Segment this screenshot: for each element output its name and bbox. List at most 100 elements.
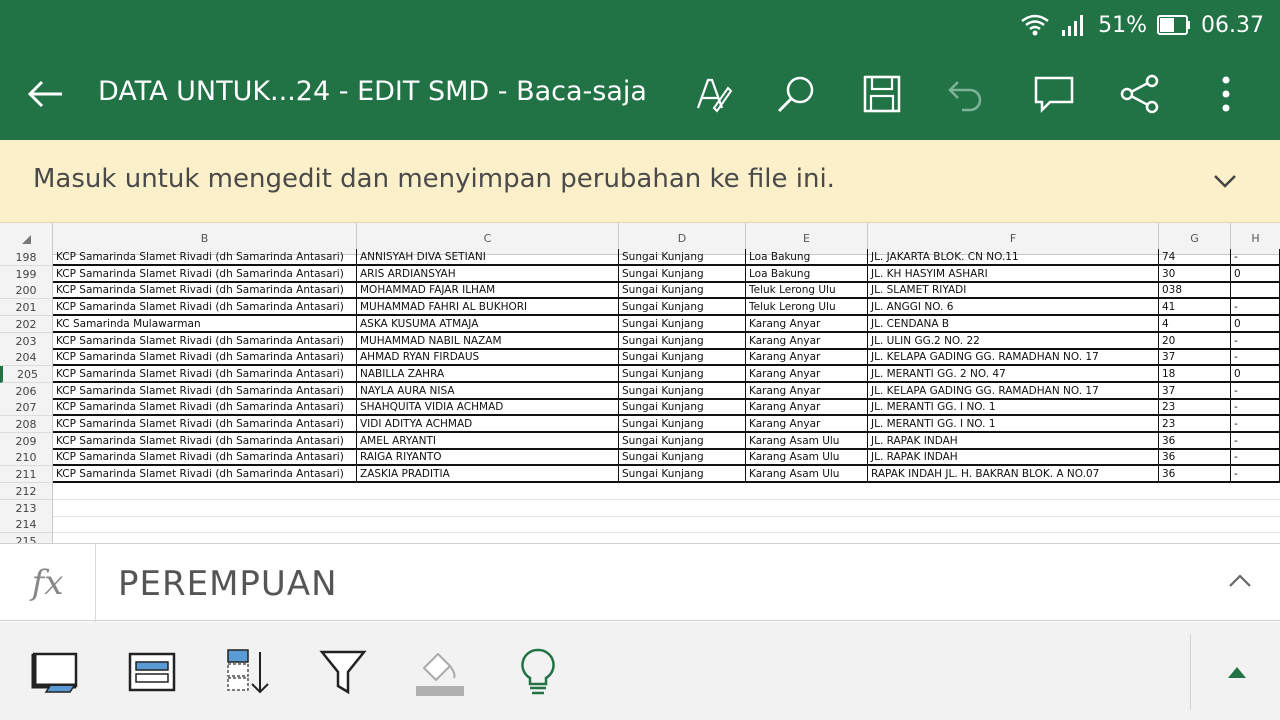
fill-color-icon[interactable] [414, 646, 466, 698]
cell-B[interactable]: KCP Samarinda Slamet Rivadi (dh Samarind… [53, 382, 357, 400]
chevron-up-icon[interactable] [1226, 568, 1254, 596]
cell-B[interactable]: KCP Samarinda Slamet Rivadi (dh Samarind… [53, 282, 357, 300]
cell-E[interactable]: Karang Asam Ulu [746, 466, 868, 484]
wrap-text-icon[interactable] [126, 646, 178, 698]
cell-H[interactable]: 0 [1231, 265, 1280, 283]
cell-F[interactable]: JL. ULIN GG.2 NO. 22 [868, 332, 1159, 350]
cell-F[interactable]: JL. KH HASYIM ASHARI [868, 265, 1159, 283]
cell-G[interactable]: 038 [1159, 282, 1231, 300]
cell-F[interactable]: JL. MERANTI GG. 2 NO. 47 [868, 365, 1159, 383]
cell-E[interactable]: Karang Anyar [746, 416, 868, 433]
cell-G[interactable]: 20 [1159, 332, 1231, 350]
row-header[interactable]: 202 [0, 315, 53, 333]
cell-G[interactable]: 18 [1159, 365, 1231, 383]
cell-C[interactable]: ARIS ARDIANSYAH [357, 265, 619, 283]
empty-row[interactable] [53, 500, 1280, 517]
cell-E[interactable]: Karang Anyar [746, 365, 868, 383]
cell-D[interactable]: Sungai Kunjang [619, 416, 746, 433]
cell-D[interactable]: Sungai Kunjang [619, 282, 746, 300]
cell-C[interactable]: NABILLA ZAHRA [357, 365, 619, 383]
sort-icon[interactable] [222, 646, 274, 698]
row-header[interactable]: 209 [0, 432, 53, 450]
cell-F[interactable]: JL. CENDANA B [868, 315, 1159, 333]
cell-E[interactable]: Teluk Lerong Ulu [746, 299, 868, 317]
cell-B[interactable]: KCP Samarinda Slamet Rivadi (dh Samarind… [53, 265, 357, 283]
search-icon[interactable] [774, 72, 818, 116]
cell-D[interactable]: Sungai Kunjang [619, 365, 746, 383]
cell-H[interactable]: - [1231, 249, 1280, 266]
expand-up-icon[interactable] [1226, 664, 1248, 680]
cell-H[interactable]: 0 [1231, 315, 1280, 333]
cell-H[interactable]: - [1231, 466, 1280, 484]
cell-C[interactable]: RAIGA RIYANTO [357, 449, 619, 467]
cell-E[interactable]: Karang Anyar [746, 382, 868, 400]
spreadsheet-grid[interactable]: B C D E F G H 198 KCP Samarinda Slamet Ri… [0, 223, 1280, 543]
cell-E[interactable]: Karang Anyar [746, 399, 868, 417]
cell-E[interactable]: Karang Asam Ulu [746, 449, 868, 467]
cell-E[interactable]: Karang Asam Ulu [746, 432, 868, 450]
row-header[interactable]: 211 [0, 466, 53, 484]
row-header[interactable]: 199 [0, 265, 53, 283]
fx-icon[interactable]: fx [0, 544, 96, 622]
row-header[interactable]: 215 [0, 532, 53, 543]
cell-H[interactable]: - [1231, 382, 1280, 400]
idea-bulb-icon[interactable] [512, 646, 564, 698]
cell-D[interactable]: Sungai Kunjang [619, 315, 746, 333]
cell-H[interactable]: - [1231, 432, 1280, 450]
row-header[interactable]: 213 [0, 499, 53, 517]
row-header[interactable]: 200 [0, 282, 53, 300]
cell-F[interactable]: JL. ANGGI NO. 6 [868, 299, 1159, 317]
cell-H[interactable]: - [1231, 399, 1280, 417]
cell-B[interactable]: KCP Samarinda Slamet Rivadi (dh Samarind… [53, 449, 357, 467]
cell-G[interactable]: 37 [1159, 349, 1231, 367]
cell-F[interactable]: JL. SLAMET RIYADI [868, 282, 1159, 300]
cell-B[interactable]: KCP Samarinda Slamet Rivadi (dh Samarind… [53, 432, 357, 450]
row-header[interactable]: 212 [0, 482, 53, 500]
row-header[interactable]: 204 [0, 349, 53, 367]
more-vert-icon[interactable] [1204, 72, 1248, 116]
cell-B[interactable]: KCP Samarinda Slamet Rivadi (dh Samarind… [53, 249, 357, 266]
cell-B[interactable]: KCP Samarinda Slamet Rivadi (dh Samarind… [53, 349, 357, 367]
cell-F[interactable]: JL. RAPAK INDAH [868, 449, 1159, 467]
cell-F[interactable]: JL. MERANTI GG. I NO. 1 [868, 399, 1159, 417]
empty-row[interactable] [53, 533, 1280, 543]
save-icon[interactable] [860, 72, 904, 116]
cell-F[interactable]: JL. KELAPA GADING GG. RAMADHAN NO. 17 [868, 349, 1159, 367]
cell-D[interactable]: Sungai Kunjang [619, 299, 746, 317]
draw-pen-icon[interactable] [690, 72, 734, 116]
cell-C[interactable]: ZASKIA PRADITIA [357, 466, 619, 484]
cell-G[interactable]: 23 [1159, 416, 1231, 433]
cell-G[interactable]: 4 [1159, 315, 1231, 333]
cell-H[interactable]: - [1231, 299, 1280, 317]
cell-B[interactable]: KCP Samarinda Slamet Rivadi (dh Samarind… [53, 416, 357, 433]
cell-G[interactable]: 23 [1159, 399, 1231, 417]
cell-G[interactable]: 36 [1159, 466, 1231, 484]
cell-B[interactable]: KCP Samarinda Slamet Rivadi (dh Samarind… [53, 466, 357, 484]
row-header[interactable]: 205 [0, 365, 53, 383]
cell-D[interactable]: Sungai Kunjang [619, 449, 746, 467]
back-arrow-icon[interactable] [22, 74, 70, 114]
cell-C[interactable]: MOHAMMAD FAJAR ILHAM [357, 282, 619, 300]
cell-H[interactable]: 0 [1231, 365, 1280, 383]
cell-B[interactable]: KCP Samarinda Slamet Rivadi (dh Samarind… [53, 332, 357, 350]
cell-G[interactable]: 30 [1159, 265, 1231, 283]
cell-G[interactable]: 36 [1159, 449, 1231, 467]
share-icon[interactable] [1118, 72, 1162, 116]
cell-D[interactable]: Sungai Kunjang [619, 399, 746, 417]
cell-C[interactable]: AMEL ARYANTI [357, 432, 619, 450]
row-header[interactable]: 210 [0, 449, 53, 467]
row-header[interactable]: 201 [0, 299, 53, 317]
cell-H[interactable]: - [1231, 332, 1280, 350]
row-header[interactable]: 207 [0, 399, 53, 417]
cell-C[interactable]: NAYLA AURA NISA [357, 382, 619, 400]
row-header[interactable]: 198 [0, 249, 53, 266]
cell-E[interactable]: Teluk Lerong Ulu [746, 282, 868, 300]
row-header[interactable]: 203 [0, 332, 53, 350]
cell-B[interactable]: KCP Samarinda Slamet Rivadi (dh Samarind… [53, 365, 357, 383]
signin-banner[interactable]: Masuk untuk mengedit dan menyimpan perub… [0, 140, 1280, 223]
cell-H[interactable]: - [1231, 416, 1280, 433]
cell-F[interactable]: RAPAK INDAH JL. H. BAKRAN BLOK. A NO.07 [868, 466, 1159, 484]
cell-G[interactable]: 36 [1159, 432, 1231, 450]
empty-row[interactable] [53, 516, 1280, 534]
row-header[interactable]: 208 [0, 416, 53, 433]
